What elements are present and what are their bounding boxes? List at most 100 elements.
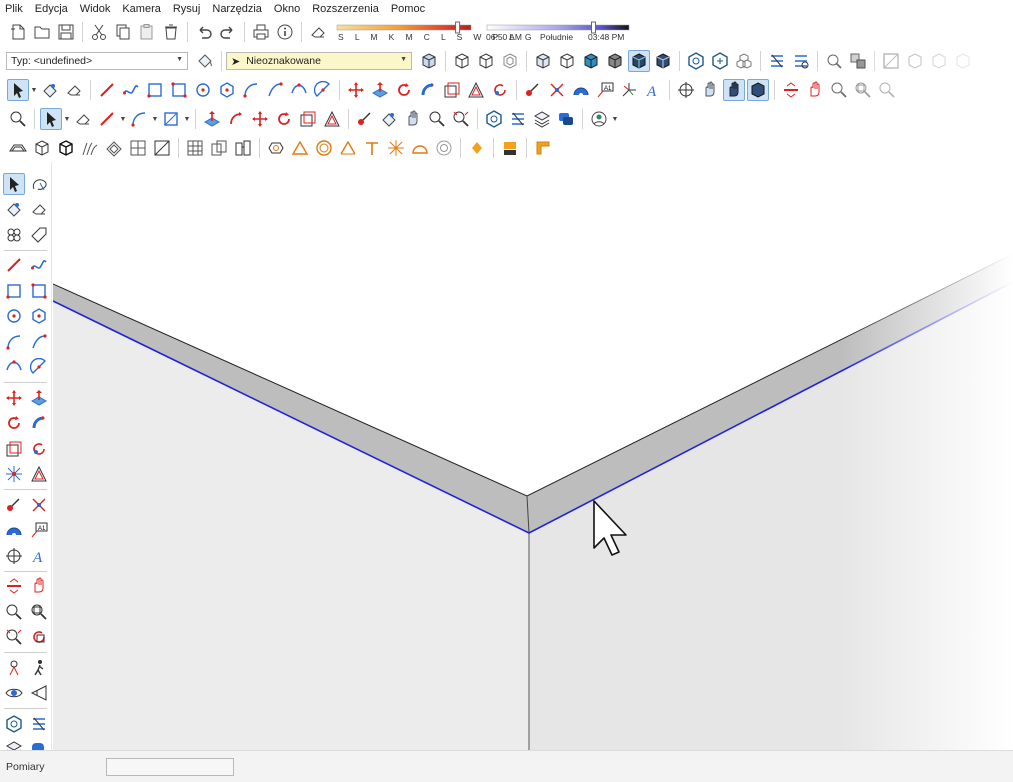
push-pull-icon[interactable] <box>201 108 223 130</box>
two-point-arc-icon[interactable] <box>264 79 286 101</box>
layout-icon[interactable] <box>532 137 554 159</box>
scale-icon[interactable] <box>297 108 319 130</box>
tape-measure-icon[interactable] <box>354 108 376 130</box>
section-plane-icon[interactable] <box>3 575 25 597</box>
cut-icon[interactable] <box>88 21 110 43</box>
message-icon[interactable] <box>28 738 50 750</box>
chevron-down-icon[interactable]: ▼ <box>611 108 619 130</box>
line-icon[interactable] <box>96 108 118 130</box>
lasso-icon[interactable] <box>28 173 50 195</box>
layers-icon[interactable] <box>3 738 25 750</box>
freehand-icon[interactable] <box>28 254 50 276</box>
section-display-icon[interactable] <box>652 50 674 72</box>
stamp-icon[interactable] <box>103 137 125 159</box>
undo-icon[interactable] <box>193 21 215 43</box>
menu-pomoc[interactable]: Pomoc <box>385 3 431 15</box>
axes-icon[interactable] <box>618 79 640 101</box>
model-info-icon[interactable] <box>274 21 296 43</box>
arc-icon[interactable] <box>3 331 25 353</box>
shaded-with-textures-icon[interactable] <box>604 50 626 72</box>
protractor-icon[interactable] <box>570 79 592 101</box>
rotated-rectangle-icon[interactable] <box>168 79 190 101</box>
move-icon[interactable] <box>3 387 25 409</box>
zoom-window-icon[interactable] <box>28 601 50 623</box>
paint-bucket-icon[interactable] <box>194 50 216 72</box>
dimension-icon[interactable] <box>546 79 568 101</box>
layers-icon[interactable] <box>531 108 553 130</box>
warehouse-icon[interactable] <box>3 713 25 735</box>
scale-icon[interactable] <box>441 79 463 101</box>
three-point-arc-icon[interactable] <box>3 356 25 378</box>
follow-me-icon[interactable] <box>417 79 439 101</box>
print-icon[interactable] <box>250 21 272 43</box>
rectangle-icon[interactable] <box>144 79 166 101</box>
camera-standard-views-icon[interactable] <box>880 50 902 72</box>
zoom-extents-icon[interactable] <box>450 108 472 130</box>
top-view-icon[interactable] <box>928 50 950 72</box>
time-slider[interactable]: 06:50 AM Południe 03:48 PM <box>486 19 630 45</box>
circle-icon[interactable] <box>192 79 214 101</box>
section-plane-icon[interactable] <box>823 50 845 72</box>
menu-plik[interactable]: Plik <box>0 3 29 15</box>
smoove-icon[interactable] <box>79 137 101 159</box>
copy-icon[interactable] <box>112 21 134 43</box>
3d-text-icon[interactable]: A <box>642 79 664 101</box>
menu-rozszerzenia[interactable]: Rozszerzenia <box>306 3 385 15</box>
push-pull-icon[interactable] <box>369 79 391 101</box>
chevron-down-icon[interactable]: ▼ <box>151 108 159 130</box>
union-icon[interactable] <box>289 137 311 159</box>
drape-icon[interactable] <box>127 137 149 159</box>
new-file-icon[interactable] <box>7 21 29 43</box>
polygon-icon[interactable] <box>216 79 238 101</box>
tape-measure-icon[interactable] <box>522 79 544 101</box>
rectangle-icon[interactable] <box>3 280 25 302</box>
walk-icon[interactable] <box>723 79 745 101</box>
zoom-icon[interactable] <box>3 601 25 623</box>
section-cut-icon[interactable] <box>847 50 869 72</box>
menu-narzedzia[interactable]: Narzędzia <box>206 3 268 15</box>
menu-kamera[interactable]: Kamera <box>116 3 167 15</box>
menu-rysuj[interactable]: Rysuj <box>167 3 207 15</box>
move-icon[interactable] <box>345 79 367 101</box>
add-detail-icon[interactable] <box>151 137 173 159</box>
model-viewport[interactable] <box>53 162 1013 750</box>
zoom-icon[interactable] <box>828 79 850 101</box>
section-visible-icon[interactable] <box>804 79 826 101</box>
account-icon[interactable] <box>588 108 610 130</box>
pan-icon[interactable] <box>28 575 50 597</box>
monochrome-icon[interactable] <box>580 50 602 72</box>
freehand-icon[interactable] <box>120 79 142 101</box>
eraser-icon[interactable] <box>63 79 85 101</box>
select-arrow-icon[interactable] <box>2 172 25 195</box>
axes-icon[interactable] <box>3 545 25 567</box>
box-icon[interactable] <box>31 137 53 159</box>
zoom-extents-icon[interactable] <box>876 79 898 101</box>
component-options-icon[interactable] <box>685 50 707 72</box>
line-icon[interactable] <box>3 254 25 276</box>
offset-icon[interactable] <box>321 108 343 130</box>
open-folder-icon[interactable] <box>31 21 53 43</box>
textured-icon[interactable] <box>556 50 578 72</box>
display-mode-active-icon[interactable] <box>628 50 650 72</box>
zoom-window-icon[interactable] <box>852 79 874 101</box>
flip-icon[interactable] <box>3 463 25 485</box>
arc-icon[interactable] <box>240 79 262 101</box>
select-arrow-icon[interactable] <box>40 108 62 130</box>
pan-icon[interactable] <box>699 79 721 101</box>
rotate-copy-icon[interactable] <box>28 438 50 460</box>
orbit-icon[interactable] <box>675 79 697 101</box>
look-around-icon[interactable] <box>3 682 25 704</box>
paint-icon[interactable] <box>39 79 61 101</box>
walk-icon[interactable] <box>28 657 50 679</box>
wireframe-icon[interactable] <box>475 50 497 72</box>
orbit-icon[interactable] <box>402 108 424 130</box>
pro-icon[interactable] <box>499 137 521 159</box>
make-component-icon[interactable] <box>3 224 25 246</box>
pie-icon[interactable] <box>28 356 50 378</box>
tag-icon[interactable] <box>28 224 50 246</box>
tag-combo[interactable]: ➤ Nieoznakowane ▼ <box>226 52 412 70</box>
diamond-icon[interactable] <box>466 137 488 159</box>
interact-icon[interactable] <box>790 50 812 72</box>
previous-view-icon[interactable] <box>28 626 50 648</box>
sandbox-from-contours-icon[interactable] <box>7 137 29 159</box>
